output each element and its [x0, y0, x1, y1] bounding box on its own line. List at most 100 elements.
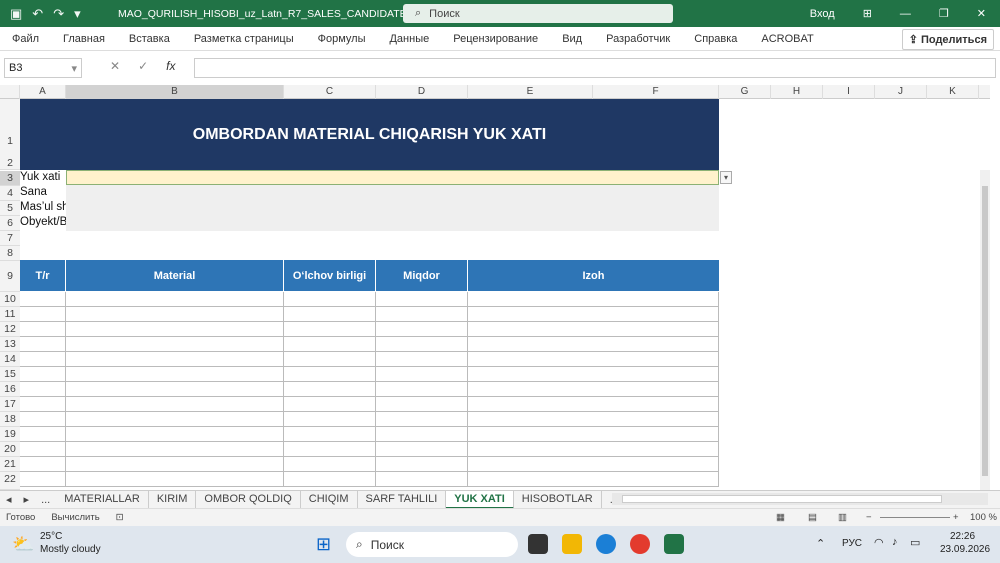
table-cell[interactable]: [284, 472, 376, 487]
zoom-in-icon[interactable]: +: [953, 512, 959, 523]
accessibility-icon[interactable]: ⊡: [116, 512, 124, 523]
language-indicator[interactable]: РУС: [842, 538, 862, 549]
col-header-k[interactable]: K: [927, 85, 979, 99]
autosave-icon[interactable]: ▣: [10, 6, 22, 22]
col-header-d[interactable]: D: [376, 85, 468, 99]
table-cell[interactable]: [20, 427, 66, 442]
table-cell[interactable]: [20, 442, 66, 457]
col-header-g[interactable]: G: [719, 85, 771, 99]
table-cell[interactable]: [468, 307, 719, 322]
row-header[interactable]: 5: [0, 201, 20, 216]
table-cell[interactable]: [376, 397, 468, 412]
table-cell[interactable]: [376, 292, 468, 307]
taskbar-search[interactable]: ⌕ Поиск: [346, 532, 518, 557]
table-cell[interactable]: [284, 322, 376, 337]
volume-icon[interactable]: ♪: [892, 536, 898, 548]
table-cell[interactable]: [468, 457, 719, 472]
table-cell[interactable]: [20, 457, 66, 472]
horizontal-scrollbar[interactable]: [612, 493, 988, 505]
table-cell[interactable]: [66, 442, 284, 457]
table-cell[interactable]: [66, 382, 284, 397]
chevron-down-icon[interactable]: ▾: [720, 171, 732, 184]
tab-developer[interactable]: Разработчик: [594, 33, 682, 45]
cancel-icon[interactable]: ✕: [110, 59, 120, 73]
tab-acrobat[interactable]: ACROBAT: [749, 33, 825, 45]
row-header[interactable]: 7: [0, 231, 20, 246]
table-cell[interactable]: [284, 397, 376, 412]
page-break-icon[interactable]: ▥: [838, 512, 847, 523]
tab-page-layout[interactable]: Разметка страницы: [182, 33, 306, 45]
table-cell[interactable]: [468, 382, 719, 397]
table-cell[interactable]: [284, 352, 376, 367]
col-header-i[interactable]: I: [823, 85, 875, 99]
row-header[interactable]: 11: [0, 307, 20, 322]
zoom-slider[interactable]: [880, 517, 950, 518]
table-cell[interactable]: [468, 412, 719, 427]
table-cell[interactable]: [376, 307, 468, 322]
close-icon[interactable]: ✕: [963, 7, 1000, 20]
table-cell[interactable]: [20, 472, 66, 487]
row-header[interactable]: 2: [0, 156, 20, 171]
table-cell[interactable]: [376, 367, 468, 382]
tab-data[interactable]: Данные: [377, 33, 441, 45]
sheet-tab-receipt[interactable]: KIRIM: [149, 490, 197, 509]
sheet-tab-materials[interactable]: MATERIALLAR: [56, 490, 149, 509]
table-cell[interactable]: [284, 292, 376, 307]
row-header[interactable]: 14: [0, 352, 20, 367]
table-cell[interactable]: [376, 412, 468, 427]
table-cell[interactable]: [20, 292, 66, 307]
table-cell[interactable]: [284, 367, 376, 382]
table-cell[interactable]: [66, 427, 284, 442]
edge-icon[interactable]: [596, 534, 616, 554]
table-cell[interactable]: [66, 457, 284, 472]
table-cell[interactable]: [66, 367, 284, 382]
tab-insert[interactable]: Вставка: [117, 33, 182, 45]
customize-icon[interactable]: ▾: [74, 6, 81, 22]
row-header[interactable]: 6: [0, 216, 20, 231]
table-cell[interactable]: [20, 307, 66, 322]
col-header-e[interactable]: E: [468, 85, 593, 99]
table-cell[interactable]: [376, 322, 468, 337]
table-cell[interactable]: [66, 397, 284, 412]
row-header[interactable]: 19: [0, 427, 20, 442]
sheet-tab-issue[interactable]: CHIQIM: [301, 490, 358, 509]
redo-icon[interactable]: ↷: [53, 6, 64, 22]
calculate-button[interactable]: Вычислить: [51, 512, 99, 523]
tab-formulas[interactable]: Формулы: [306, 33, 378, 45]
table-cell[interactable]: [66, 337, 284, 352]
col-header-c[interactable]: C: [284, 85, 376, 99]
page-layout-icon[interactable]: ▤: [808, 512, 817, 523]
row-header[interactable]: 15: [0, 367, 20, 382]
table-cell[interactable]: [20, 382, 66, 397]
clock-time[interactable]: 22:26: [950, 531, 975, 542]
tab-file[interactable]: Файл: [0, 33, 51, 45]
table-cell[interactable]: [468, 427, 719, 442]
prev-sheet-icon[interactable]: ◂: [0, 493, 18, 506]
sheet-tab-stock[interactable]: OMBOR QOLDIQ: [196, 490, 301, 509]
tab-view[interactable]: Вид: [550, 33, 594, 45]
table-cell[interactable]: [20, 367, 66, 382]
table-cell[interactable]: [284, 337, 376, 352]
select-all-corner[interactable]: [0, 85, 20, 99]
file-explorer-icon[interactable]: [562, 534, 582, 554]
task-view-icon[interactable]: [528, 534, 548, 554]
table-cell[interactable]: [284, 427, 376, 442]
table-cell[interactable]: [376, 352, 468, 367]
name-box[interactable]: B3 ▾: [4, 58, 82, 78]
row-header[interactable]: 16: [0, 382, 20, 397]
table-cell[interactable]: [20, 412, 66, 427]
table-cell[interactable]: [20, 322, 66, 337]
table-cell[interactable]: [468, 442, 719, 457]
table-cell[interactable]: [66, 307, 284, 322]
table-cell[interactable]: [66, 412, 284, 427]
table-cell[interactable]: [20, 337, 66, 352]
table-cell[interactable]: [468, 472, 719, 487]
table-cell[interactable]: [376, 337, 468, 352]
table-cell[interactable]: [376, 382, 468, 397]
tab-help[interactable]: Справка: [682, 33, 749, 45]
table-cell[interactable]: [66, 352, 284, 367]
battery-icon[interactable]: ▭: [910, 536, 920, 549]
col-header-f[interactable]: F: [593, 85, 719, 99]
tab-home[interactable]: Главная: [51, 33, 117, 45]
table-cell[interactable]: [66, 472, 284, 487]
